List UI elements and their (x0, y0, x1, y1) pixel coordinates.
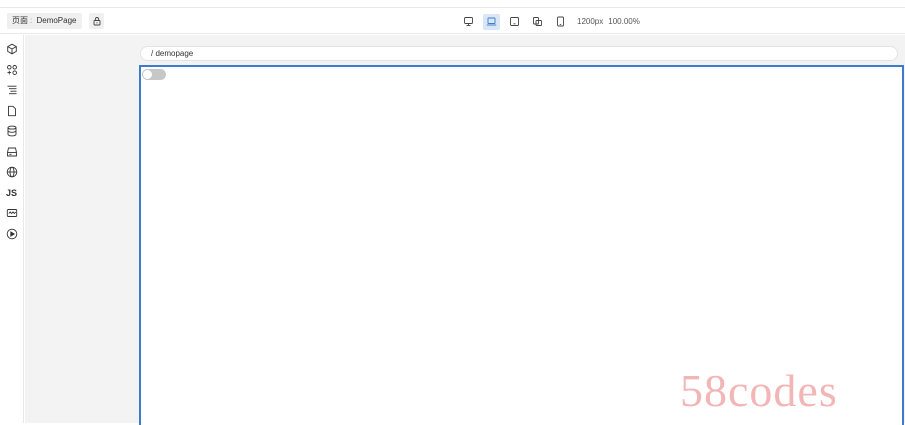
lock-icon (92, 16, 102, 26)
preview-address-bar: / demopage (140, 46, 898, 61)
tablet-rotate-icon (532, 16, 543, 27)
device-tablet-landscape-button[interactable] (506, 14, 523, 30)
viewport-zoom[interactable]: 100.00% (608, 17, 640, 26)
widgets-panel-button[interactable] (4, 62, 19, 77)
page-separator: : (30, 16, 33, 25)
pages-panel-button[interactable] (4, 103, 19, 118)
viewport-width: 1200px (577, 17, 604, 26)
preview-url: / demopage (151, 49, 194, 58)
play-icon (6, 228, 18, 240)
i18n-panel-button[interactable] (4, 164, 19, 179)
switch-toggle[interactable] (142, 69, 166, 80)
js-panel-button[interactable]: JS (4, 185, 19, 200)
page-selector[interactable]: 页面: DemoPage (7, 13, 82, 29)
js-icon: JS (5, 187, 17, 198)
datasource-panel-button[interactable] (4, 123, 19, 138)
components-panel-button[interactable] (4, 41, 19, 56)
outline-tree-icon (6, 84, 18, 96)
schema-panel-button[interactable] (4, 205, 19, 220)
database-icon (6, 125, 18, 137)
device-switcher: 1200px 100.00% (460, 13, 640, 30)
laptop-icon (486, 16, 497, 27)
file-icon (6, 105, 18, 117)
globe-icon (6, 166, 18, 178)
device-tablet-rotate-button[interactable] (529, 14, 546, 30)
page-label: 页面 (12, 16, 28, 25)
left-toolbar: JS (0, 35, 24, 423)
storage-icon (6, 146, 18, 158)
tablet-landscape-icon (509, 16, 520, 27)
preview-panel-button[interactable] (4, 226, 19, 241)
viewport-info: 1200px 100.00% (577, 17, 640, 26)
top-toolbar: 页面: DemoPage 1200px 100.00% (0, 7, 905, 34)
monitor-icon (463, 16, 474, 27)
device-phone-button[interactable] (552, 14, 569, 30)
top-strip (0, 0, 905, 7)
phone-icon (555, 16, 566, 27)
device-desktop-button[interactable] (460, 14, 477, 30)
components-icon (6, 64, 18, 76)
device-laptop-button[interactable] (483, 13, 500, 30)
outline-panel-button[interactable] (4, 82, 19, 97)
switch-knob (143, 70, 152, 79)
wave-icon (6, 207, 18, 219)
page-name: DemoPage (36, 16, 77, 25)
cube-icon (6, 43, 18, 55)
watermark: 58codes (680, 365, 838, 416)
lock-button[interactable] (89, 13, 104, 29)
storage-panel-button[interactable] (4, 144, 19, 159)
